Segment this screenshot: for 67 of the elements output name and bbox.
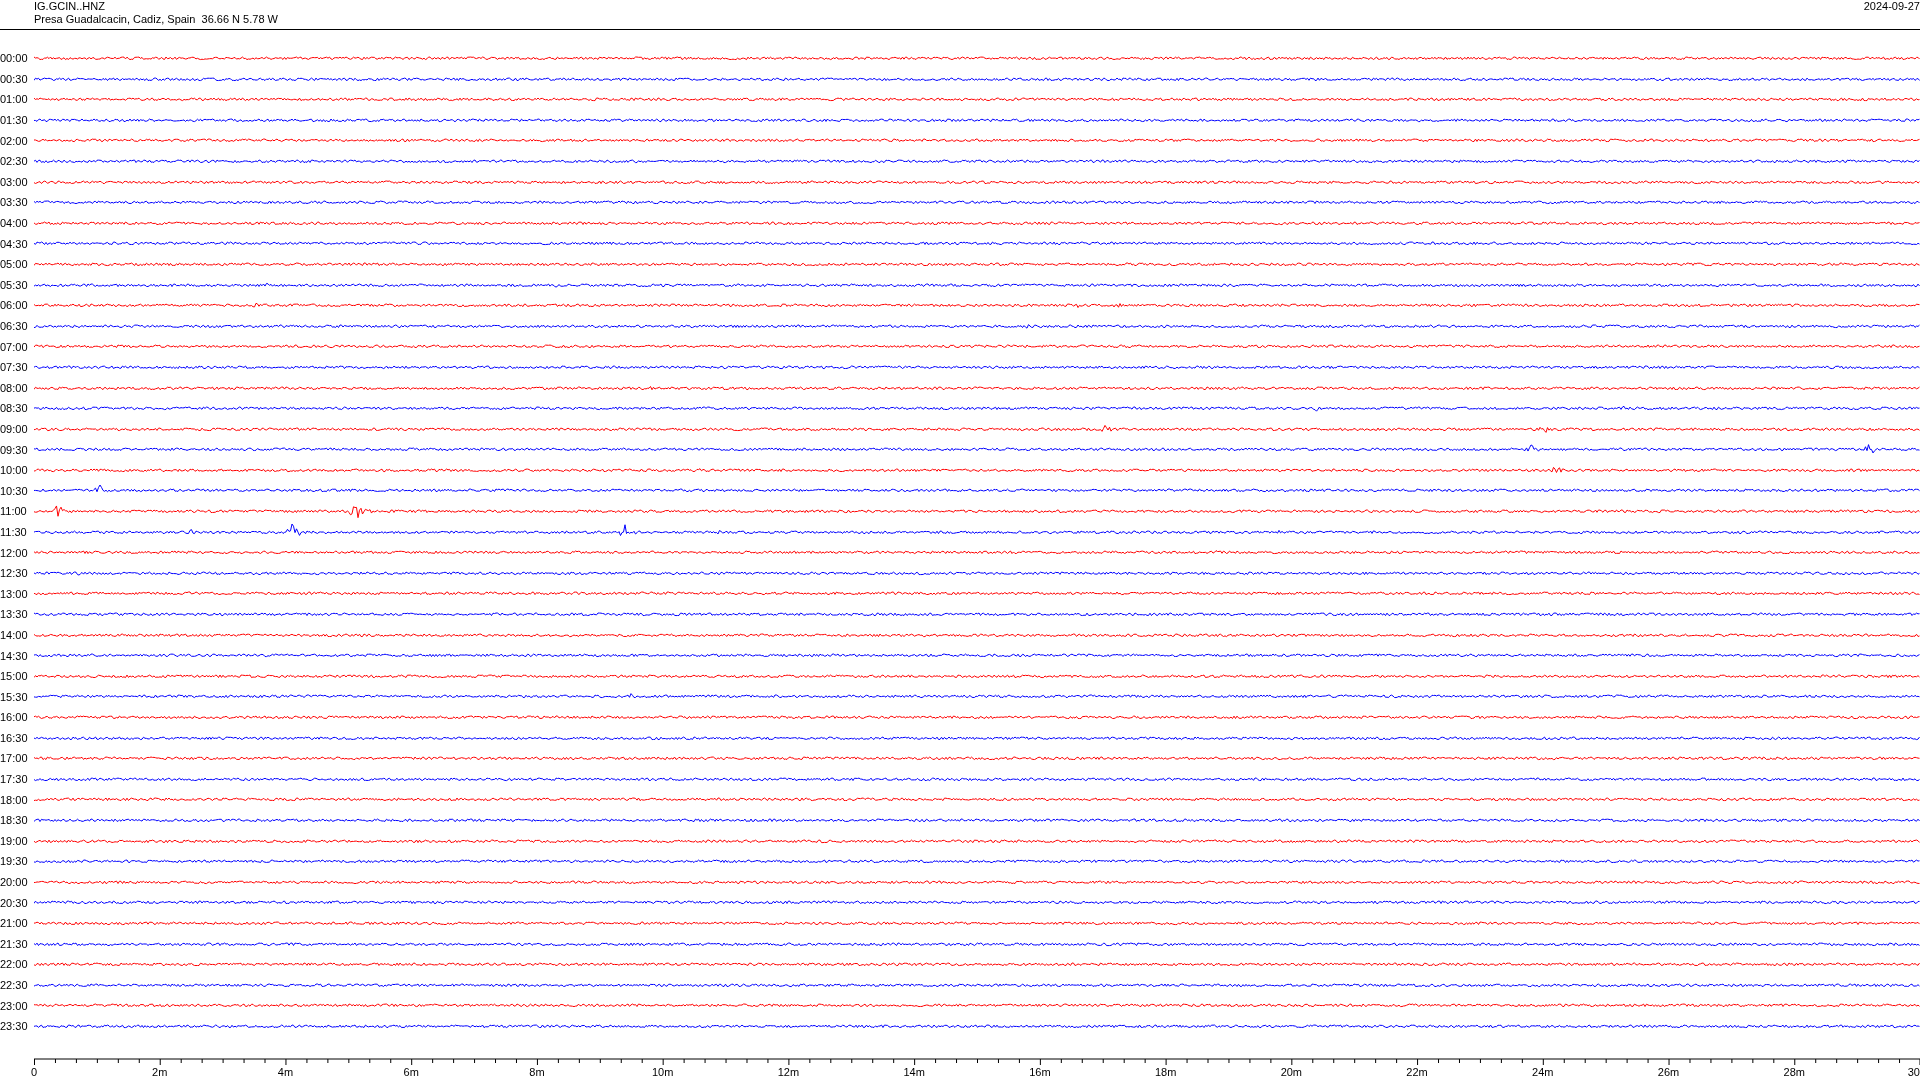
time-label: 19:30 [0, 855, 29, 868]
time-label: 02:00 [0, 134, 29, 147]
time-label: 02:30 [0, 155, 29, 168]
axis-label: 16m [1029, 1065, 1051, 1078]
time-label: 23:30 [0, 1020, 29, 1033]
axis-label: 12m [777, 1065, 800, 1078]
time-label: 07:30 [0, 361, 29, 374]
plot-date: 2024-09-27 [1863, 0, 1920, 13]
time-label: 11:30 [0, 525, 28, 538]
time-label: 14:00 [0, 628, 29, 641]
time-label: 18:30 [0, 814, 29, 827]
axis-label: 14m [903, 1065, 925, 1078]
time-label: 09:30 [0, 443, 29, 456]
time-label: 10:30 [0, 484, 29, 497]
time-label: 09:00 [0, 423, 29, 435]
time-label: 06:30 [0, 320, 29, 332]
axis-label: 0 [31, 1065, 38, 1078]
axis-label: 4m [277, 1065, 294, 1078]
axis-label: 30 [1907, 1065, 1920, 1078]
time-label: 15:00 [0, 670, 29, 683]
time-label: 21:00 [0, 917, 29, 930]
time-label: 22:30 [0, 979, 29, 991]
time-label: 07:00 [0, 340, 29, 353]
time-label: 17:00 [0, 752, 29, 765]
time-label: 16:30 [0, 731, 29, 744]
time-label: 23:00 [0, 999, 29, 1012]
axis-label: 8m [529, 1065, 545, 1078]
time-label: 01:00 [0, 93, 29, 106]
time-label: 19:00 [0, 834, 29, 847]
time-label: 11:00 [0, 505, 28, 518]
time-label: 12:00 [0, 546, 29, 559]
axis-label: 18m [1154, 1065, 1177, 1078]
axis-label: 26m [1657, 1065, 1680, 1078]
time-label: 20:30 [0, 896, 29, 909]
time-label: 00:00 [0, 52, 29, 65]
time-label: 13:30 [0, 608, 29, 621]
time-label: 08:00 [0, 381, 29, 394]
time-label: 15:30 [0, 690, 29, 703]
time-label: 14:30 [0, 649, 29, 662]
time-label: 16:00 [0, 711, 29, 724]
time-label: 03:00 [0, 175, 29, 188]
time-label: 06:00 [0, 299, 29, 312]
time-label: 03:30 [0, 196, 29, 209]
axis-label: 2m [152, 1065, 168, 1078]
time-label: 05:00 [0, 258, 29, 271]
time-label: 01:30 [0, 114, 29, 127]
axis-label: 24m [1532, 1065, 1554, 1078]
station-code: IG.GCIN..HNZ [34, 0, 106, 13]
axis-label: 10m [651, 1065, 674, 1078]
time-label: 08:30 [0, 402, 29, 415]
time-label: 17:30 [0, 773, 29, 786]
axis-label: 6m [403, 1065, 419, 1078]
time-label: 10:00 [0, 464, 29, 477]
time-label: 05:30 [0, 278, 29, 291]
time-label: 13:00 [0, 587, 29, 600]
time-label: 22:00 [0, 958, 29, 971]
time-label: 04:30 [0, 237, 29, 250]
axis-label: 22m [1406, 1065, 1428, 1078]
time-label: 20:00 [0, 876, 29, 889]
axis-label: 20m [1280, 1065, 1303, 1078]
time-label: 00:30 [0, 72, 29, 85]
time-label: 21:30 [0, 937, 29, 950]
time-label: 12:30 [0, 567, 29, 580]
time-label: 04:00 [0, 217, 29, 230]
axis-label: 28m [1783, 1065, 1805, 1078]
station-location: Presa Guadalcacin, Cadiz, Spain 36.66 N 5.78 W [34, 13, 278, 26]
time-label: 18:00 [0, 793, 29, 806]
